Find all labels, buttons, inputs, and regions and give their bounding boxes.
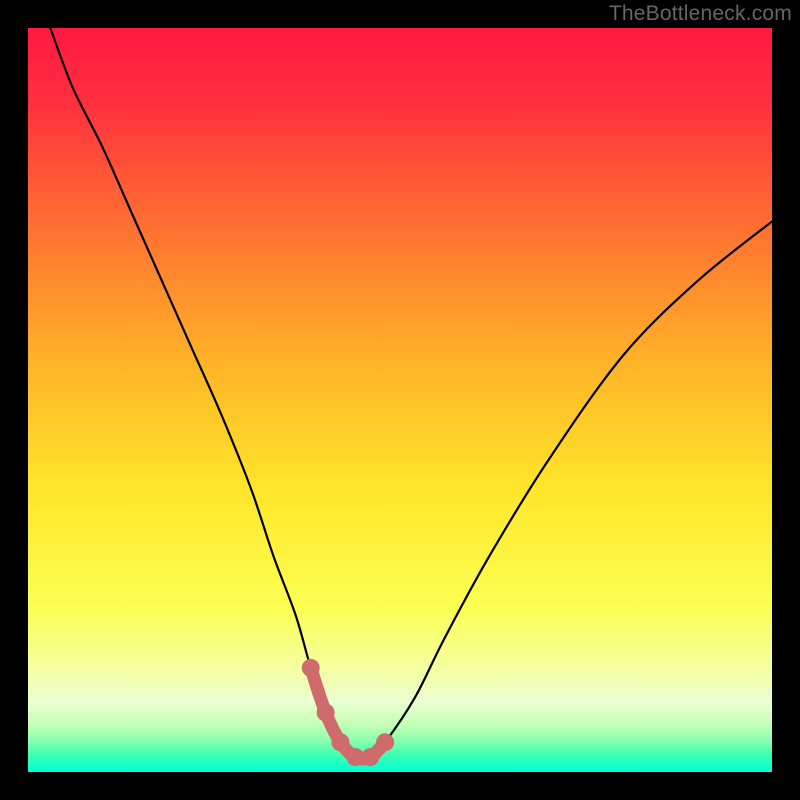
watermark-text: TheBottleneck.com bbox=[609, 2, 792, 26]
minimum-dot bbox=[361, 748, 379, 766]
bottleneck-chart bbox=[0, 0, 800, 800]
gradient-background bbox=[28, 28, 772, 772]
minimum-dot bbox=[331, 733, 349, 751]
minimum-dot bbox=[376, 733, 394, 751]
minimum-dot bbox=[317, 703, 335, 721]
minimum-dot bbox=[302, 659, 320, 677]
